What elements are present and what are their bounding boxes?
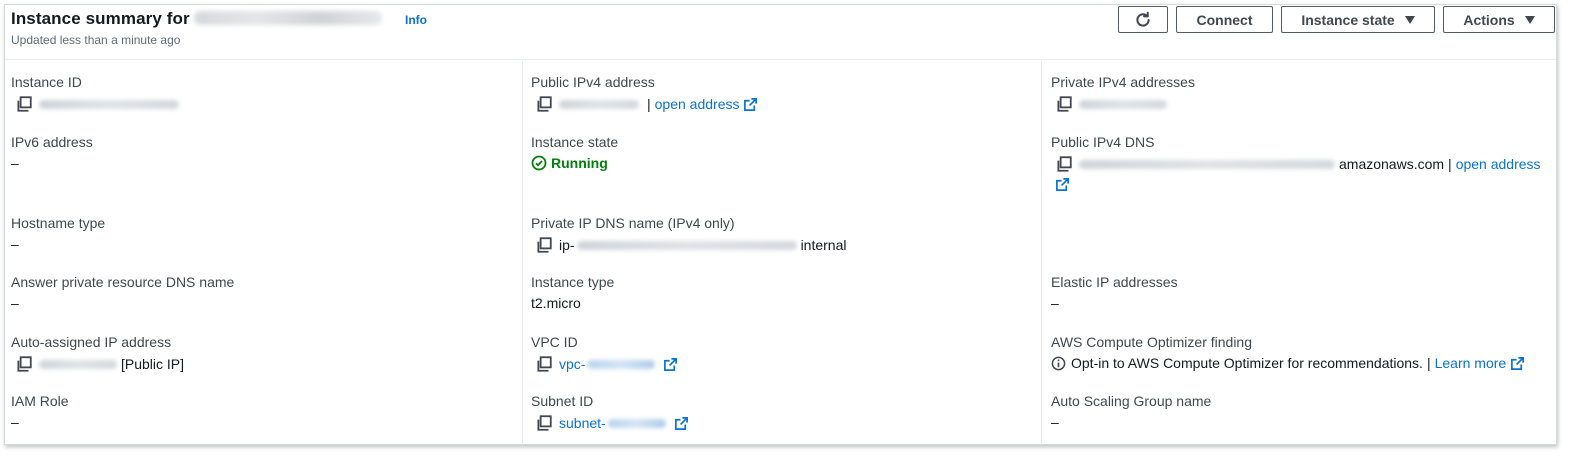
page-title: Instance summary for — [11, 9, 382, 29]
field-instance-state: Instance state Running — [531, 134, 619, 171]
redacted-value — [576, 240, 797, 250]
field-instance-id: Instance ID — [11, 74, 179, 112]
external-link-icon[interactable] — [1055, 177, 1070, 192]
field-auto-assigned-ip: Auto-assigned IP address [Public IP] — [11, 334, 185, 372]
field-hostname-type: Hostname type – — [11, 215, 106, 252]
redacted-value — [607, 418, 666, 428]
refresh-icon — [1136, 11, 1150, 27]
redacted-value — [1079, 99, 1167, 109]
actions-button[interactable]: Actions — [1443, 6, 1555, 33]
field-private-dns: Private IP DNS name (IPv4 only) ip- inte… — [531, 215, 847, 253]
copy-icon[interactable] — [535, 355, 553, 373]
refresh-button[interactable] — [1118, 6, 1168, 33]
info-link[interactable]: Info — [405, 13, 427, 27]
connect-button[interactable]: Connect — [1176, 6, 1273, 33]
copy-icon[interactable] — [1055, 155, 1073, 173]
instance-summary-panel: Instance summary for Info Updated less t… — [4, 4, 1557, 445]
vpc-id-link[interactable]: vpc- — [559, 356, 585, 372]
field-elastic-ip: Elastic IP addresses – — [1051, 274, 1178, 311]
field-auto-scaling-group: Auto Scaling Group name – — [1051, 393, 1212, 430]
redacted-value — [39, 359, 117, 369]
summary-header: Instance summary for Info Updated less t… — [5, 5, 1556, 60]
field-private-ipv4: Private IPv4 addresses — [1051, 74, 1195, 112]
field-iam-role: IAM Role – — [11, 393, 69, 430]
info-icon — [1051, 356, 1066, 370]
redacted-value — [559, 99, 639, 109]
open-address-link[interactable]: open address — [1456, 156, 1541, 172]
caret-down-icon — [1524, 15, 1535, 24]
learn-more-link[interactable]: Learn more — [1435, 355, 1507, 371]
copy-icon[interactable] — [1055, 95, 1073, 113]
field-public-ipv4: Public IPv4 address | open address — [531, 74, 758, 112]
field-ipv6-address: IPv6 address – — [11, 134, 93, 171]
subnet-id-link[interactable]: subnet- — [559, 415, 606, 431]
check-circle-icon — [531, 155, 547, 171]
copy-icon[interactable] — [15, 355, 33, 373]
redacted-value — [39, 99, 179, 109]
copy-icon[interactable] — [535, 414, 553, 432]
external-link-icon[interactable] — [743, 97, 758, 112]
instance-state-button[interactable]: Instance state — [1281, 6, 1435, 33]
field-instance-type: Instance type t2.micro — [531, 274, 615, 311]
field-answer-dns: Answer private resource DNS name – — [11, 274, 235, 311]
copy-icon[interactable] — [15, 95, 33, 113]
field-compute-optimizer: AWS Compute Optimizer finding Opt-in to … — [1051, 334, 1525, 371]
column-divider — [522, 61, 523, 445]
redacted-value — [1079, 159, 1335, 169]
column-divider — [1041, 61, 1042, 445]
redacted-instance-id — [193, 11, 382, 26]
copy-icon[interactable] — [535, 236, 553, 254]
open-address-link[interactable]: open address — [655, 96, 740, 112]
external-link-icon[interactable] — [674, 416, 689, 431]
external-link-icon[interactable] — [1510, 356, 1525, 371]
caret-down-icon — [1404, 15, 1415, 24]
field-vpc-id: VPC ID vpc- — [531, 334, 678, 372]
status-badge: Running — [551, 155, 608, 171]
field-public-dns: Public IPv4 DNS amazonaws.com | open add… — [1051, 134, 1551, 194]
updated-status: Updated less than a minute ago — [11, 33, 181, 47]
copy-icon[interactable] — [535, 95, 553, 113]
field-subnet-id: Subnet ID subnet- — [531, 393, 688, 431]
redacted-value — [587, 359, 656, 369]
external-link-icon[interactable] — [663, 357, 678, 372]
